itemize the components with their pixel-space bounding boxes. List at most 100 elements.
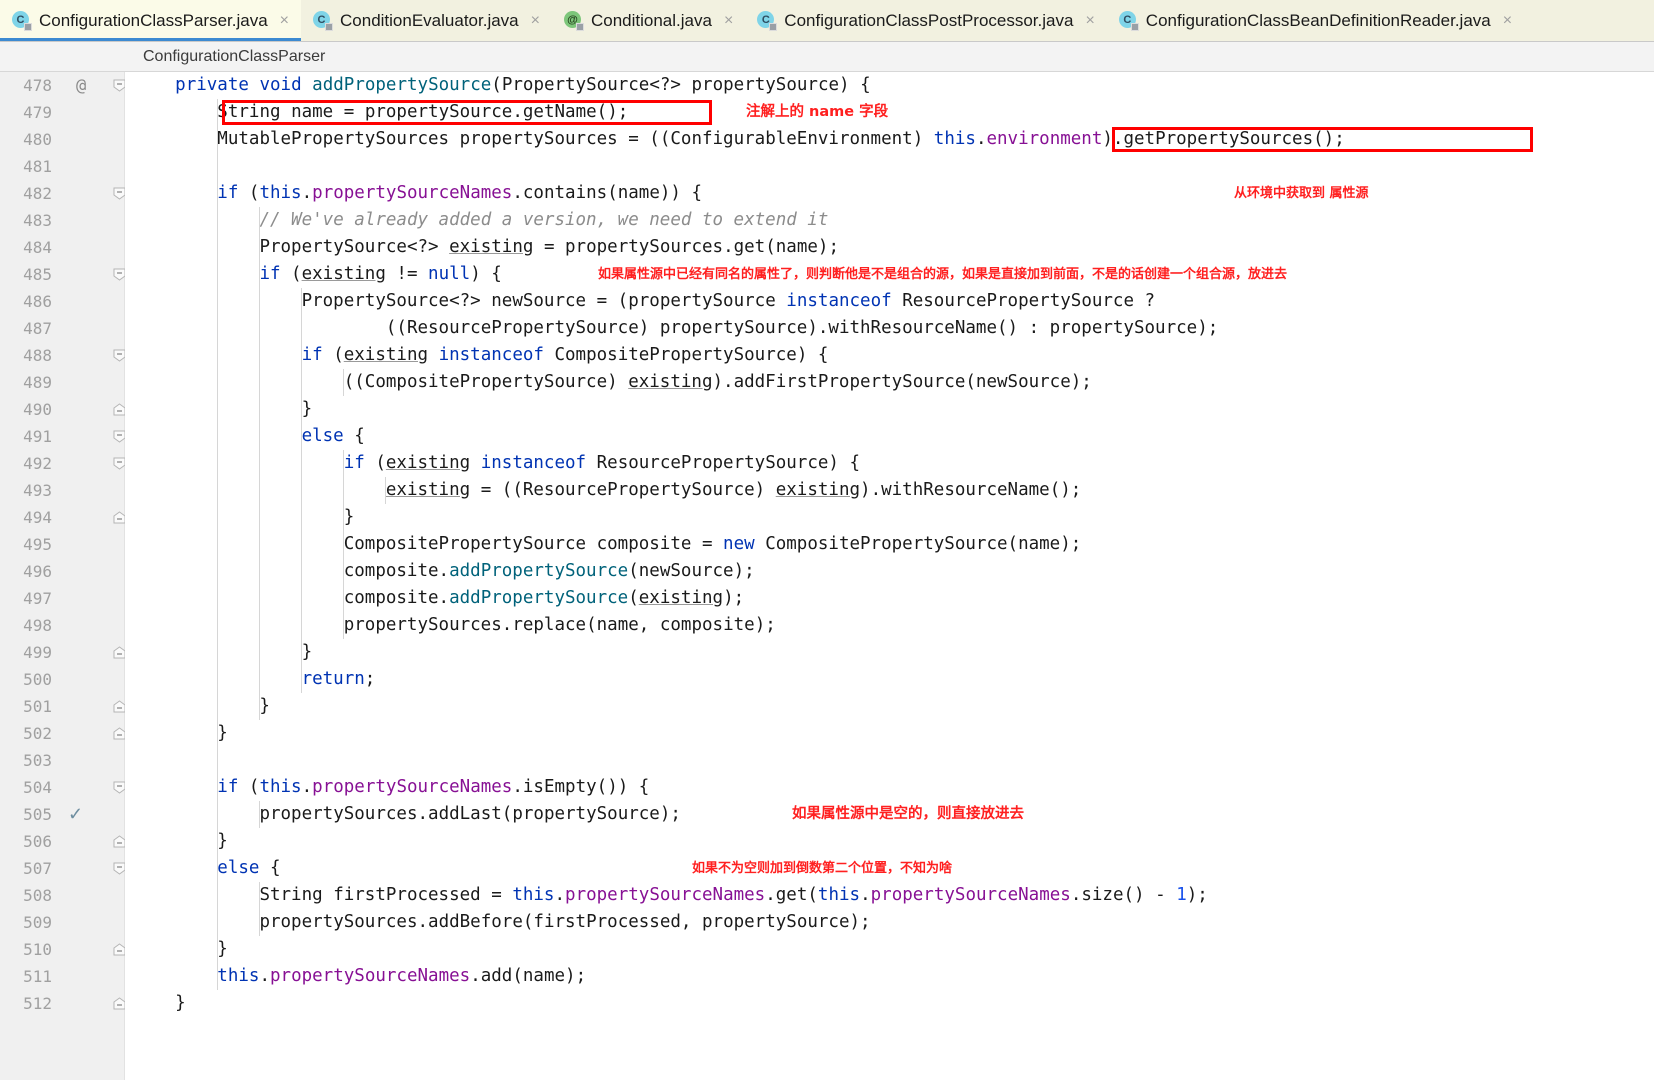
gutter-row[interactable]: 485 <box>0 261 126 288</box>
code-content-area[interactable]: private void addPropertySource(PropertyS… <box>125 72 1654 1080</box>
editor-tab-0[interactable]: C ConfigurationClassParser.java × <box>0 0 302 41</box>
code-line[interactable]: ((ResourcePropertySource) propertySource… <box>125 315 1654 342</box>
gutter-row[interactable]: 496 <box>0 558 124 585</box>
gutter-row[interactable]: 497 <box>0 585 124 612</box>
editor-tab-2[interactable]: @ Conditional.java × <box>551 0 746 41</box>
gutter-row[interactable]: 483 <box>0 207 124 234</box>
editor-tab-1[interactable]: C ConditionEvaluator.java × <box>301 0 552 41</box>
code-line[interactable]: } <box>125 396 1654 423</box>
code-line[interactable]: } <box>125 720 1654 747</box>
gutter-row[interactable]: 504 <box>0 774 126 801</box>
code-line[interactable] <box>125 153 1654 180</box>
checkmark-icon[interactable]: ✓ <box>68 804 83 825</box>
code-line[interactable]: String name = propertySource.getName(); <box>125 99 1654 126</box>
line-number: 500 <box>23 670 52 689</box>
line-number: 485 <box>23 265 52 284</box>
gutter-row[interactable]: 493 <box>0 477 124 504</box>
close-icon[interactable]: × <box>1083 13 1096 29</box>
line-number: 492 <box>23 454 52 473</box>
editor-tab-4[interactable]: C ConfigurationClassBeanDefinitionReader.… <box>1106 0 1525 41</box>
code-line[interactable]: MutablePropertySources propertySources =… <box>125 126 1654 153</box>
line-number: 502 <box>23 724 52 743</box>
gutter-row[interactable]: 510 <box>0 936 126 963</box>
gutter-row[interactable]: 490 <box>0 396 126 423</box>
gutter-row[interactable]: 489 <box>0 369 124 396</box>
editor-tab-bar[interactable]: C ConfigurationClassParser.java × C Conditio… <box>0 0 1654 42</box>
code-line[interactable]: private void addPropertySource(PropertyS… <box>125 72 1654 99</box>
code-line[interactable]: this.propertySourceNames.add(name); <box>125 963 1654 990</box>
line-number: 501 <box>23 697 52 716</box>
gutter-row[interactable]: 481 <box>0 153 124 180</box>
gutter-row[interactable]: 507 <box>0 855 126 882</box>
close-icon[interactable]: × <box>722 13 735 29</box>
editor-tab-3[interactable]: C ConfigurationClassPostProcessor.java × <box>745 0 1107 41</box>
code-editor[interactable]: 478 @ 479 480 481 482 483 484 485 486 487 488 489 490… <box>0 72 1654 1080</box>
editor-tab-label: ConfigurationClassParser.java <box>39 11 268 30</box>
gutter-row[interactable]: 495 <box>0 531 124 558</box>
code-line[interactable]: } <box>125 639 1654 666</box>
line-number: 504 <box>23 778 52 797</box>
code-line[interactable]: } <box>125 693 1654 720</box>
close-icon[interactable]: × <box>278 13 291 29</box>
gutter-row[interactable]: 488 <box>0 342 126 369</box>
gutter-row[interactable]: 500 <box>0 666 124 693</box>
line-number: 483 <box>23 211 52 230</box>
gutter-row[interactable]: 501 <box>0 693 126 720</box>
gutter-row[interactable]: 486 <box>0 288 124 315</box>
code-line[interactable]: CompositePropertySource composite = new … <box>125 531 1654 558</box>
gutter-row[interactable]: 494 <box>0 504 126 531</box>
code-line[interactable]: if (existing instanceof ResourceProperty… <box>125 450 1654 477</box>
code-line[interactable]: return; <box>125 666 1654 693</box>
line-number: 479 <box>23 103 52 122</box>
line-number: 487 <box>23 319 52 338</box>
gutter-row[interactable]: 484 <box>0 234 124 261</box>
code-line[interactable]: // We've already added a version, we nee… <box>125 207 1654 234</box>
close-icon[interactable]: × <box>1501 13 1514 29</box>
code-line[interactable]: } <box>125 828 1654 855</box>
code-line[interactable]: if (this.propertySourceNames.isEmpty()) … <box>125 774 1654 801</box>
annotation-marker-icon[interactable]: @ <box>76 76 86 96</box>
close-icon[interactable]: × <box>529 13 542 29</box>
code-line[interactable]: PropertySource<?> newSource = (propertyS… <box>125 288 1654 315</box>
indent-guide <box>259 801 261 828</box>
gutter-row[interactable]: 502 <box>0 720 126 747</box>
code-line[interactable]: else { <box>125 423 1654 450</box>
code-line[interactable] <box>125 747 1654 774</box>
code-line[interactable]: existing = ((ResourcePropertySource) exi… <box>125 477 1654 504</box>
code-line[interactable]: composite.addPropertySource(newSource); <box>125 558 1654 585</box>
gutter-row[interactable]: 499 <box>0 639 126 666</box>
code-line[interactable]: String firstProcessed = this.propertySou… <box>125 882 1654 909</box>
gutter-row[interactable]: 491 <box>0 423 126 450</box>
editor-gutter[interactable]: 478 @ 479 480 481 482 483 484 485 486 487 488 489 490… <box>0 72 126 1080</box>
gutter-row[interactable]: 512 <box>0 990 126 1017</box>
gutter-row[interactable]: 505 ✓ <box>0 801 124 828</box>
line-number: 503 <box>23 751 52 770</box>
code-line[interactable]: composite.addPropertySource(existing); <box>125 585 1654 612</box>
gutter-row[interactable]: 509 <box>0 909 124 936</box>
gutter-row[interactable]: 480 <box>0 126 124 153</box>
gutter-row[interactable]: 487 <box>0 315 124 342</box>
breadcrumb[interactable]: ConfigurationClassParser <box>0 42 1654 72</box>
code-line[interactable]: } <box>125 990 1654 1017</box>
code-line[interactable]: ((CompositePropertySource) existing).add… <box>125 369 1654 396</box>
gutter-row[interactable]: 498 <box>0 612 124 639</box>
code-line[interactable]: if (this.propertySourceNames.contains(na… <box>125 180 1654 207</box>
gutter-row[interactable]: 492 <box>0 450 126 477</box>
code-line[interactable]: PropertySource<?> existing = propertySou… <box>125 234 1654 261</box>
line-number: 482 <box>23 184 52 203</box>
gutter-row[interactable]: 478 @ <box>0 72 126 99</box>
code-line[interactable]: propertySources.replace(name, composite)… <box>125 612 1654 639</box>
gutter-row[interactable]: 503 <box>0 747 124 774</box>
code-line[interactable]: propertySources.addBefore(firstProcessed… <box>125 909 1654 936</box>
line-number: 495 <box>23 535 52 554</box>
line-number: 481 <box>23 157 52 176</box>
gutter-row[interactable]: 508 <box>0 882 124 909</box>
gutter-row[interactable]: 482 <box>0 180 126 207</box>
code-line[interactable]: } <box>125 504 1654 531</box>
gutter-row[interactable]: 506 <box>0 828 126 855</box>
gutter-row[interactable]: 511 <box>0 963 124 990</box>
code-line[interactable]: } <box>125 936 1654 963</box>
indent-guide <box>343 369 345 396</box>
code-line[interactable]: if (existing instanceof CompositePropert… <box>125 342 1654 369</box>
gutter-row[interactable]: 479 <box>0 99 124 126</box>
